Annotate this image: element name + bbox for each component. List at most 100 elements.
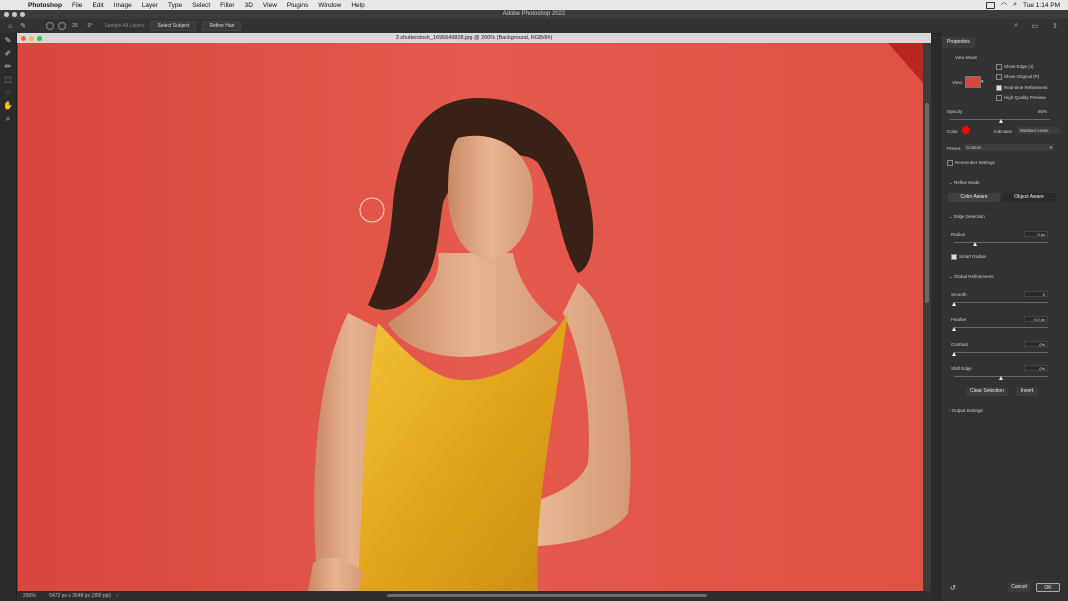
clear-selection-button[interactable]: Clear Selection xyxy=(966,387,1008,396)
show-edge-option[interactable]: Show Edge (J) xyxy=(996,64,1034,70)
smart-radius-checkbox[interactable] xyxy=(951,254,957,260)
indicates-label: Indicates xyxy=(994,129,1013,134)
hand-tool-icon[interactable]: ✋ xyxy=(3,101,13,111)
brush-tool-icon[interactable]: ✏ xyxy=(3,62,13,72)
zoom-document-icon[interactable] xyxy=(37,36,42,41)
refine-mode-section[interactable]: ⌄ Refine Mode xyxy=(949,180,980,186)
view-label: View: xyxy=(952,80,963,85)
feather-field[interactable]: 0.0 px xyxy=(1024,316,1048,322)
radius-slider-thumb[interactable] xyxy=(973,242,977,246)
edge-detection-section[interactable]: ⌄ Edge Detection xyxy=(949,214,985,220)
menu-type[interactable]: Type xyxy=(168,2,182,9)
vertical-scrollbar[interactable] xyxy=(923,43,931,591)
menu-select[interactable]: Select xyxy=(192,2,210,9)
preset-select[interactable]: Custom ▾ xyxy=(964,144,1054,151)
menu-3d[interactable]: 3D xyxy=(245,2,253,9)
refine-hair-button[interactable]: Refine Hair xyxy=(202,21,242,31)
home-icon[interactable]: ⌂ xyxy=(8,23,12,30)
vertical-scroll-thumb[interactable] xyxy=(925,103,929,303)
horizontal-scroll-thumb[interactable] xyxy=(387,594,707,597)
view-thumbnail[interactable] xyxy=(965,76,981,88)
zoom-window-icon[interactable] xyxy=(20,12,25,17)
minimize-window-icon[interactable] xyxy=(12,12,17,17)
global-refinements-section[interactable]: ⌄ Global Refinements xyxy=(949,274,994,280)
subtract-brush-icon[interactable] xyxy=(58,22,67,30)
realtime-checkbox[interactable] xyxy=(996,85,1002,91)
refine-edge-brush-icon[interactable]: ✐ xyxy=(3,49,13,59)
select-subject-button[interactable]: Select Subject xyxy=(150,21,197,31)
menu-file[interactable]: File xyxy=(72,2,82,9)
menu-view[interactable]: View xyxy=(263,2,277,9)
radius-slider-track[interactable] xyxy=(954,242,1048,243)
show-original-checkbox[interactable] xyxy=(996,74,1002,80)
menu-clock[interactable]: Tue 1:14 PM xyxy=(1023,2,1060,9)
feather-slider-track[interactable] xyxy=(954,327,1048,328)
menu-bar: Photoshop File Edit Image Layer Type Sel… xyxy=(0,0,1068,10)
add-brush-icon[interactable] xyxy=(46,22,55,30)
close-document-icon[interactable] xyxy=(21,36,26,41)
lasso-tool-icon[interactable]: ◌ xyxy=(3,88,13,98)
menu-layer[interactable]: Layer xyxy=(142,2,158,9)
minimize-document-icon[interactable] xyxy=(29,36,34,41)
realtime-option[interactable]: Real-time Refinement xyxy=(996,85,1048,91)
object-aware-button[interactable]: Object Aware xyxy=(1002,193,1056,202)
wifi-icon[interactable]: ◠ xyxy=(1001,1,1007,9)
search-icon[interactable]: ⌕ xyxy=(1014,22,1018,30)
overlay-color-swatch[interactable] xyxy=(962,126,970,134)
hq-preview-checkbox[interactable] xyxy=(996,95,1002,101)
zoom-tool-icon[interactable]: ⌕ xyxy=(3,114,13,124)
sample-all-layers[interactable]: Sample All Layers xyxy=(104,23,144,29)
show-edge-checkbox[interactable] xyxy=(996,64,1002,70)
reset-icon[interactable]: ↺ xyxy=(950,584,956,592)
view-chevron-down-icon[interactable]: ▾ xyxy=(981,79,984,85)
quick-selection-tool-icon[interactable]: ✎ xyxy=(3,36,13,46)
share-icon[interactable]: ⇪ xyxy=(1052,22,1058,30)
cancel-button[interactable]: Cancel xyxy=(1008,583,1030,592)
menu-plugins[interactable]: Plugins xyxy=(287,2,308,9)
workspace-icon[interactable]: ▭ xyxy=(1031,22,1038,30)
smooth-slider-track[interactable] xyxy=(954,302,1048,303)
opacity-value[interactable]: 50% xyxy=(1038,109,1047,114)
image-canvas[interactable] xyxy=(18,43,923,591)
preset-value: Custom xyxy=(966,145,982,150)
shift-edge-field[interactable]: 0% xyxy=(1024,365,1048,371)
menu-app-name[interactable]: Photoshop xyxy=(28,2,62,9)
radius-field[interactable]: 0 px xyxy=(1024,231,1048,237)
menu-window[interactable]: Window xyxy=(318,2,341,9)
smart-radius-option[interactable]: Smart Radius xyxy=(951,254,986,260)
close-window-icon[interactable] xyxy=(4,12,9,17)
shift-edge-slider-thumb[interactable] xyxy=(999,376,1003,380)
battery-icon[interactable] xyxy=(985,1,995,9)
smooth-field[interactable]: 0 xyxy=(1024,291,1048,297)
remember-settings-checkbox[interactable] xyxy=(947,160,953,166)
status-menu-chevron-icon[interactable]: › xyxy=(117,593,119,599)
hq-preview-option[interactable]: High Quality Preview xyxy=(996,95,1046,101)
output-settings-section[interactable]: › Output Settings xyxy=(949,408,983,413)
contrast-slider-thumb[interactable] xyxy=(952,352,956,356)
contrast-field[interactable]: 0% xyxy=(1024,341,1048,347)
object-selection-icon[interactable]: ⬚ xyxy=(3,75,13,85)
feather-slider-thumb[interactable] xyxy=(952,327,956,331)
menu-help[interactable]: Help xyxy=(351,2,364,9)
menu-image[interactable]: Image xyxy=(114,2,132,9)
indicates-select[interactable]: Masked Areas xyxy=(1018,127,1060,134)
opacity-label: Opacity xyxy=(947,109,963,114)
remember-settings-option[interactable]: Remember Settings xyxy=(947,160,995,166)
brush-angle[interactable]: 0° xyxy=(88,23,93,29)
menu-filter[interactable]: Filter xyxy=(220,2,234,9)
brush-size[interactable]: 25 xyxy=(72,23,78,29)
opacity-slider-thumb[interactable] xyxy=(999,119,1003,123)
zoom-level[interactable]: 200% xyxy=(23,593,36,599)
contrast-slider-track[interactable] xyxy=(954,352,1048,353)
menu-edit[interactable]: Edit xyxy=(92,2,103,9)
show-original-option[interactable]: Show Original (P) xyxy=(996,74,1039,80)
ok-button[interactable]: OK xyxy=(1036,583,1060,592)
brush-tool-icon[interactable]: ✎ xyxy=(20,22,26,30)
invert-button[interactable]: Invert xyxy=(1016,387,1038,396)
hq-preview-label: High Quality Preview xyxy=(1004,95,1046,101)
tab-properties[interactable]: Properties xyxy=(942,37,975,48)
smooth-slider-thumb[interactable] xyxy=(952,302,956,306)
search-icon[interactable]: ⌕ xyxy=(1013,1,1017,9)
color-aware-button[interactable]: Color Aware xyxy=(948,193,1000,202)
color-label: Color xyxy=(947,129,958,134)
